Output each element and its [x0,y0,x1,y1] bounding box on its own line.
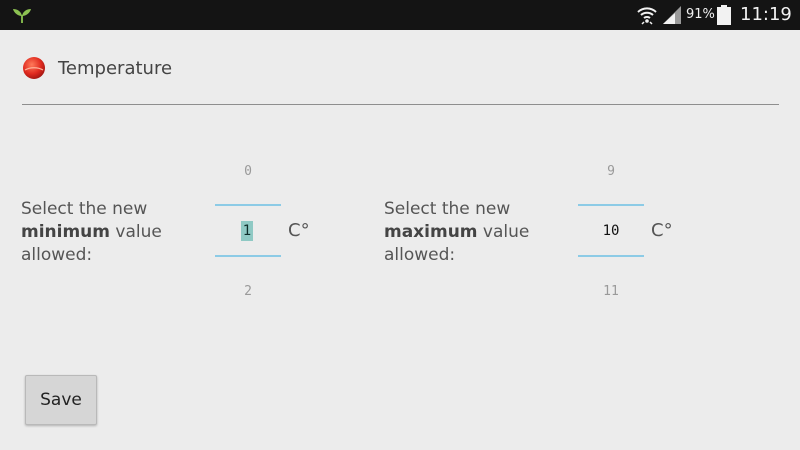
max-value-input[interactable] [578,220,644,242]
min-unit-label: C° [288,220,310,241]
min-prompt-bold: minimum [21,222,111,242]
min-value-picker[interactable]: 0 1 2 [215,160,281,310]
header-divider [22,104,779,105]
signal-icon [663,6,681,24]
max-prompt-mid: value [482,222,530,242]
min-picker-prev-value[interactable]: 0 [215,164,281,179]
status-bar: 91% 11:19 [0,0,800,30]
max-value-picker[interactable]: 9 11 [578,160,644,310]
max-prompt-pre: Select the new [384,199,511,219]
min-prompt-pre: Select the new [21,199,148,219]
max-prompt-bold: maximum [384,222,478,242]
min-picker-top-divider [215,204,281,206]
max-picker-bottom-divider [578,255,644,257]
max-unit-label: C° [651,220,673,241]
min-prompt-mid: value [115,222,162,242]
min-value-input[interactable] [215,220,281,242]
battery-percent: 91% [686,7,715,22]
status-clock: 11:19 [740,4,792,25]
page-title: Temperature [58,58,173,79]
red-ball-icon [23,57,45,79]
wifi-icon [637,7,657,25]
max-prompt-text: Select the new maximum value allowed: [384,198,554,267]
min-picker-next-value[interactable]: 2 [215,284,281,299]
battery-icon [717,5,731,25]
min-prompt-post: allowed: [21,245,93,265]
sprout-app-icon [13,9,31,23]
max-picker-top-divider [578,204,644,206]
save-button[interactable]: Save [25,375,97,425]
min-prompt-text: Select the new minimum value allowed: [21,198,191,267]
max-prompt-post: allowed: [384,245,456,265]
max-picker-prev-value[interactable]: 9 [578,164,644,179]
min-picker-bottom-divider [215,255,281,257]
max-picker-next-value[interactable]: 11 [578,284,644,299]
